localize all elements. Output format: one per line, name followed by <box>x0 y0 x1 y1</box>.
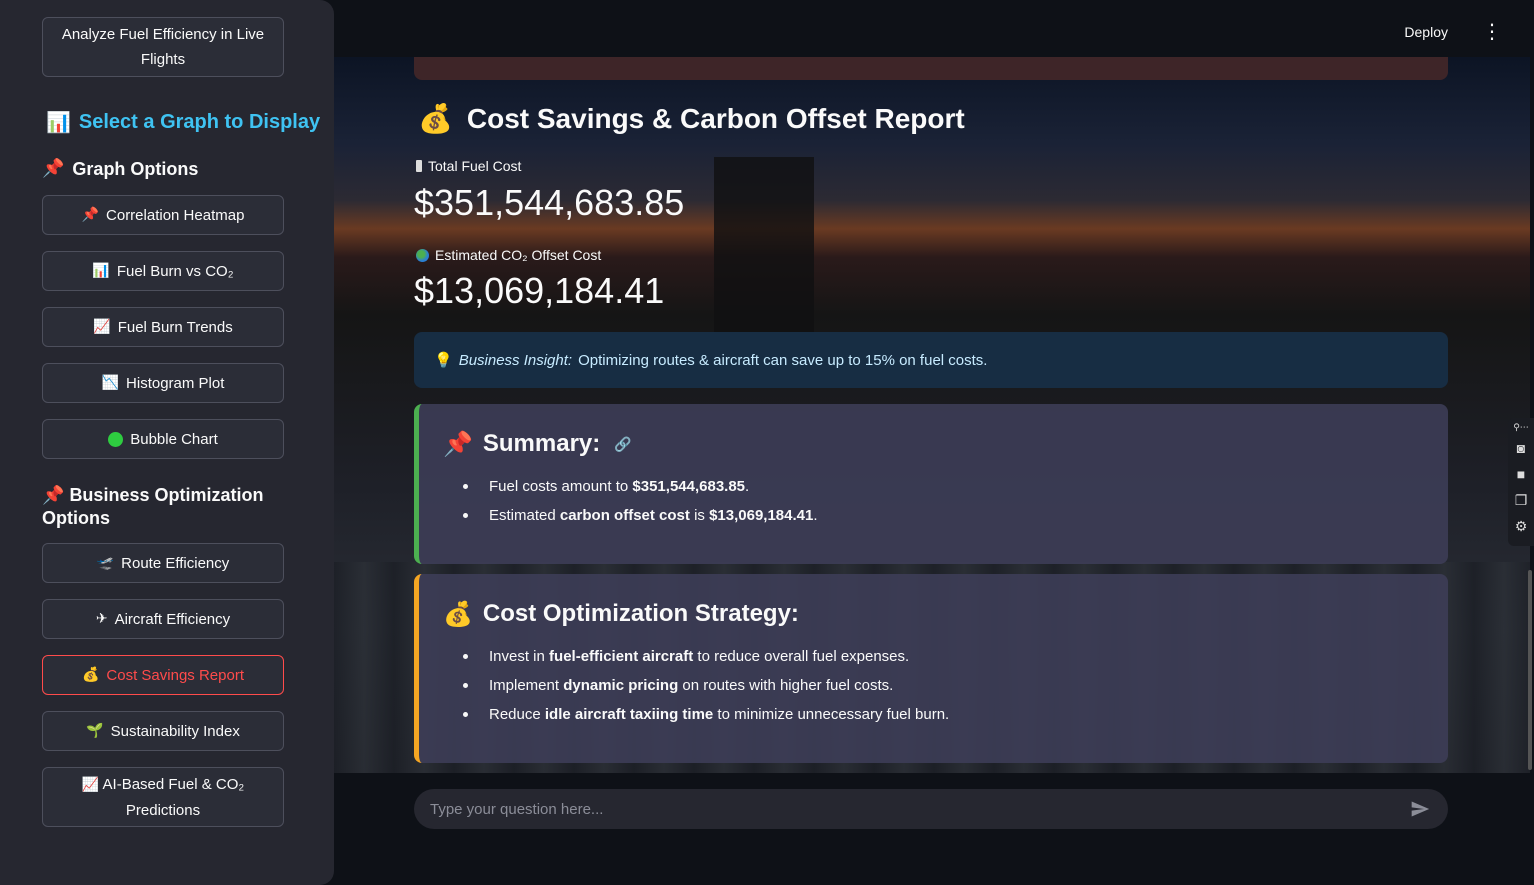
ai-predictions-button[interactable]: 📈 AI-Based Fuel & CO₂ Predictions <box>42 767 284 827</box>
strategy-heading: 💰 Cost Optimization Strategy: <box>443 600 799 628</box>
insight-prefix: Business Insight: <box>458 351 573 369</box>
correlation-heatmap-button[interactable]: 📌 Correlation Heatmap <box>42 195 284 235</box>
fuel-cost-value: $351,544,683.85 <box>414 182 685 223</box>
fuel-cost-label: Total Fuel Cost <box>416 158 521 174</box>
route-efficiency-button[interactable]: 🛫 Route Efficiency <box>42 543 284 583</box>
top-bar: Deploy ⋮ <box>334 0 1534 57</box>
trend-up-icon: 📈 <box>93 318 111 335</box>
trend-up-icon: 📈 <box>81 776 100 793</box>
cost-savings-report-button[interactable]: 💰 Cost Savings Report <box>42 655 284 695</box>
summary-list: Fuel costs amount to $351,544,683.85. Es… <box>463 478 1448 536</box>
anchor-link-icon[interactable]: 🔗 <box>614 436 631 453</box>
pushpin-icon: 📌 <box>42 485 65 506</box>
scrollbar[interactable] <box>1528 570 1532 770</box>
camera-icon[interactable]: ◙ <box>1517 438 1525 458</box>
airplane-icon: ✈ <box>95 610 108 627</box>
fuel-pump-icon <box>416 160 422 172</box>
pushpin-icon: 📌 <box>42 158 65 179</box>
analyze-live-flights-button[interactable]: Analyze Fuel Efficiency in Live Flights <box>42 17 284 77</box>
green-circle-icon <box>108 431 124 447</box>
deploy-button[interactable]: Deploy <box>1404 24 1448 40</box>
gear-icon[interactable]: ⚙ <box>1515 516 1528 536</box>
trend-down-icon: 📉 <box>101 374 120 391</box>
lightbulb-icon: 💡 <box>434 351 453 369</box>
aircraft-efficiency-button[interactable]: ✈ Aircraft Efficiency <box>42 599 284 639</box>
globe-icon <box>416 248 429 262</box>
pushpin-icon: 📌 <box>81 206 100 223</box>
fuel-burn-trends-button[interactable]: 📈 Fuel Burn Trends <box>42 307 284 347</box>
list-item: Fuel costs amount to $351,544,683.85. <box>463 478 1448 507</box>
bar-chart-icon: 📊 <box>92 262 110 279</box>
airplane-departure-icon: 🛫 <box>96 554 115 571</box>
histogram-plot-button[interactable]: 📉 Histogram Plot <box>42 363 284 403</box>
right-toolbar: ⚲⋯ ◙ ■ ❐ ⚙ <box>1508 418 1534 546</box>
sustainability-index-button[interactable]: 🌱 Sustainability Index <box>42 711 284 751</box>
chat-input-container <box>414 789 1448 829</box>
strategy-card: 💰 Cost Optimization Strategy: Invest in … <box>414 574 1448 763</box>
strategy-list: Invest in fuel-efficient aircraft to red… <box>463 648 1448 735</box>
offset-cost-label: Estimated CO₂ Offset Cost <box>416 247 601 263</box>
pushpin-icon: 📌 <box>443 430 473 458</box>
bubble-chart-button[interactable]: Bubble Chart <box>42 419 284 459</box>
select-graph-heading: 📊 Select a Graph to Display <box>46 110 321 134</box>
money-bag-icon: 💰 <box>418 102 453 135</box>
list-item: Estimated carbon offset cost is $13,069,… <box>463 507 1448 536</box>
send-icon[interactable] <box>1410 799 1430 819</box>
list-item: Reduce idle aircraft taxiing time to min… <box>463 706 1448 735</box>
video-icon[interactable]: ■ <box>1517 464 1525 484</box>
list-item: Implement dynamic pricing on routes with… <box>463 677 1448 706</box>
money-bag-icon: 💰 <box>81 666 100 683</box>
chat-input[interactable] <box>430 800 1390 818</box>
link-icon[interactable]: ⚲⋯ <box>1513 422 1529 432</box>
graph-options-heading: 📌 Graph Options <box>42 158 199 179</box>
business-insight: 💡 Business Insight: Optimizing routes & … <box>414 332 1448 388</box>
offset-cost-value: $13,069,184.41 <box>414 270 665 311</box>
bar-chart-icon: 📊 <box>46 110 71 134</box>
main-menu-icon[interactable]: ⋮ <box>1482 20 1502 44</box>
seedling-icon: 🌱 <box>86 722 104 739</box>
summary-card: 📌 Summary: 🔗 Fuel costs amount to $351,5… <box>414 404 1448 564</box>
sidebar: Analyze Fuel Efficiency in Live Flights … <box>0 0 334 885</box>
summary-heading: 📌 Summary: 🔗 <box>443 430 632 458</box>
report-title-text: Cost Savings & Carbon Offset Report <box>466 102 965 134</box>
money-bag-icon: 💰 <box>443 600 473 628</box>
report-title: 💰 Cost Savings & Carbon Offset Report <box>418 102 965 135</box>
business-options-heading: 📌 Business Optimization Options <box>42 485 264 528</box>
fuel-burn-vs-co2-button[interactable]: 📊 Fuel Burn vs CO₂ <box>42 251 284 291</box>
copy-icon[interactable]: ❐ <box>1515 490 1528 510</box>
list-item: Invest in fuel-efficient aircraft to red… <box>463 648 1448 677</box>
insight-text: Optimizing routes & aircraft can save up… <box>578 351 988 369</box>
